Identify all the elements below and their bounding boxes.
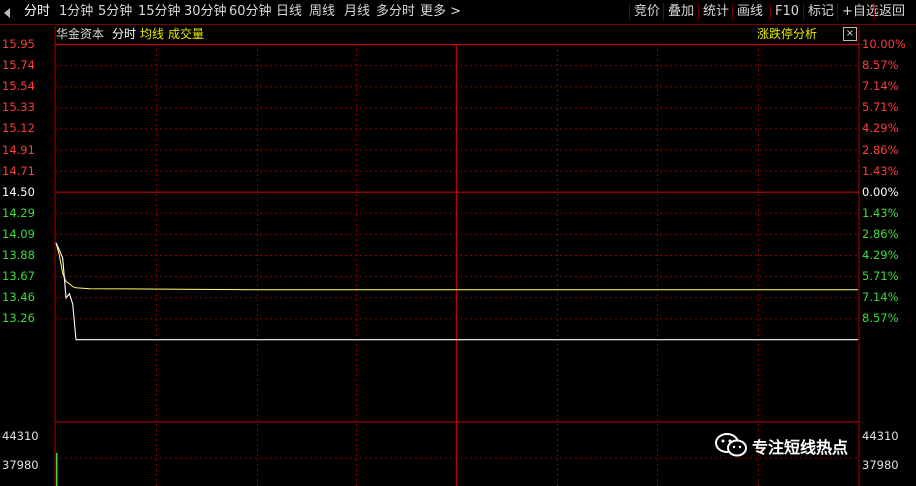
limit-analysis-button[interactable]: 涨跌停分析 xyxy=(757,26,817,42)
volume-label: 成交量 xyxy=(168,27,205,41)
percent-tick-label: 5.71% xyxy=(862,269,899,284)
percent-tick-label: 1.43% xyxy=(862,205,899,220)
volume-tick-label: 37980 xyxy=(2,458,39,472)
percent-tick-label: 7.14% xyxy=(862,290,899,305)
price-tick-label: 14.50 xyxy=(2,184,35,199)
percent-tick-label: 0.00% xyxy=(862,184,899,199)
price-tick-label: 13.26 xyxy=(2,311,35,326)
avg-line-label: 均线 xyxy=(140,27,165,41)
price-tick-label: 13.67 xyxy=(2,269,35,284)
price-tick-label: 15.74 xyxy=(2,58,35,73)
price-tick-label: 15.12 xyxy=(2,121,35,136)
price-tick-label: 14.91 xyxy=(2,142,35,157)
percent-tick-label: 4.29% xyxy=(862,121,899,136)
percent-tick-label: 4.29% xyxy=(862,248,899,262)
percent-tick-label: 2.86% xyxy=(862,142,899,157)
percent-tick-label: 1.43% xyxy=(862,163,899,178)
price-tick-label: 13.46 xyxy=(2,290,35,305)
price-tick-label: 14.29 xyxy=(2,205,35,220)
percent-tick-label: 8.57% xyxy=(862,311,899,326)
mode-label: 分时 xyxy=(112,27,137,41)
price-tick-label: 13.88 xyxy=(2,248,35,262)
wechat-icon xyxy=(715,433,747,457)
watermark-text: 专注短线热点 xyxy=(752,438,849,457)
price-tick-label: 15.95 xyxy=(2,37,35,51)
close-icon[interactable]: × xyxy=(843,27,857,41)
price-tick-label: 15.54 xyxy=(2,79,35,94)
percent-tick-label: 7.14% xyxy=(862,79,899,94)
stock-name: 华金资本 xyxy=(56,27,105,41)
watermark: 专注短线热点 xyxy=(714,432,874,458)
price-tick-label: 14.09 xyxy=(2,226,35,241)
volume-tick-label: 37980 xyxy=(862,458,899,472)
volume-bar xyxy=(56,453,58,486)
percent-tick-label: 2.86% xyxy=(862,226,899,241)
percent-tick-label: 8.57% xyxy=(862,58,899,73)
chart-window: 分时 1分钟 5分钟 15分钟 30分钟 60分钟 日线 周线 月线 多分时 更多 > 竞价 叠加 统计… xyxy=(0,0,916,486)
percent-tick-label: 10.00% xyxy=(862,37,906,51)
price-tick-label: 15.33 xyxy=(2,100,35,115)
price-tick-label: 14.71 xyxy=(2,163,35,178)
volume-tick-label: 44310 xyxy=(2,429,39,443)
intraday-chart[interactable] xyxy=(0,0,916,486)
percent-tick-label: 5.71% xyxy=(862,100,899,115)
